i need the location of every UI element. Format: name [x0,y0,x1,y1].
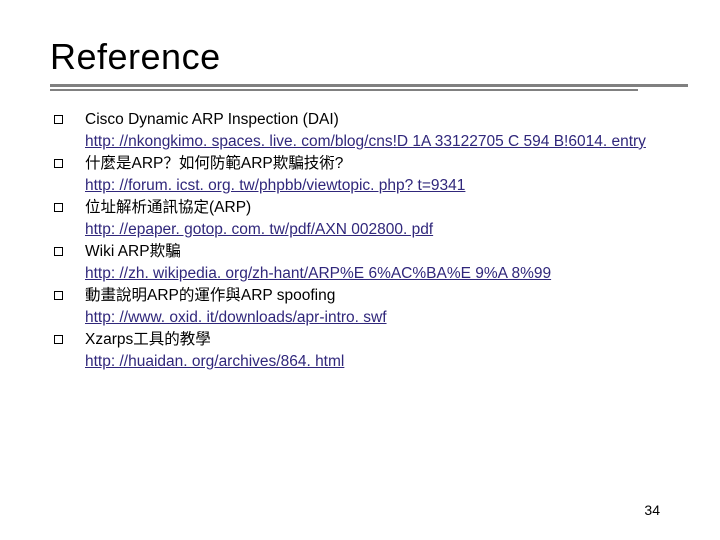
square-bullet-icon [54,115,63,124]
item-title: Cisco Dynamic ARP Inspection (DAI) [85,111,339,128]
page-number: 34 [644,502,660,518]
square-bullet-icon [54,291,63,300]
square-bullet-icon [54,159,63,168]
square-bullet-icon [54,203,63,212]
square-bullet-icon [54,247,63,256]
list-item: Wiki ARP欺騙 http: //zh. wikipedia. org/zh… [54,241,670,285]
reference-list: Cisco Dynamic ARP Inspection (DAI) http:… [50,109,670,373]
item-body: Xzarps工具的教學 http: //huaidan. org/archive… [85,329,670,373]
item-body: Cisco Dynamic ARP Inspection (DAI) http:… [85,109,670,153]
item-body: Wiki ARP欺騙 http: //zh. wikipedia. org/zh… [85,241,670,285]
title-rule [50,84,670,91]
item-link[interactable]: http: //zh. wikipedia. org/zh-hant/ARP%E… [85,265,551,282]
item-title: 位址解析通訊協定(ARP) [85,199,251,216]
page-title: Reference [50,36,670,78]
item-title: Wiki ARP欺騙 [85,243,181,260]
item-body: 動畫說明ARP的運作與ARP spoofing http: //www. oxi… [85,285,670,329]
item-title: 動畫說明ARP的運作與ARP spoofing [85,287,335,304]
item-link[interactable]: http: //huaidan. org/archives/864. html [85,353,344,370]
list-item: 什麼是ARP？如何防範ARP欺騙技術? http: //forum. icst.… [54,153,670,197]
list-item: Cisco Dynamic ARP Inspection (DAI) http:… [54,109,670,153]
item-body: 位址解析通訊協定(ARP) http: //epaper. gotop. com… [85,197,670,241]
square-bullet-icon [54,335,63,344]
item-title: 什麼是ARP？如何防範ARP欺騙技術? [85,155,343,172]
item-title: Xzarps工具的教學 [85,331,211,348]
list-item: 動畫說明ARP的運作與ARP spoofing http: //www. oxi… [54,285,670,329]
item-body: 什麼是ARP？如何防範ARP欺騙技術? http: //forum. icst.… [85,153,670,197]
item-link[interactable]: http: //www. oxid. it/downloads/apr-intr… [85,309,387,326]
list-item: 位址解析通訊協定(ARP) http: //epaper. gotop. com… [54,197,670,241]
item-link[interactable]: http: //forum. icst. org. tw/phpbb/viewt… [85,177,465,194]
item-link[interactable]: http: //nkongkimo. spaces. live. com/blo… [85,133,646,150]
slide-content: Reference Cisco Dynamic ARP Inspection (… [0,0,720,373]
list-item: Xzarps工具的教學 http: //huaidan. org/archive… [54,329,670,373]
item-link[interactable]: http: //epaper. gotop. com. tw/pdf/AXN 0… [85,221,433,238]
